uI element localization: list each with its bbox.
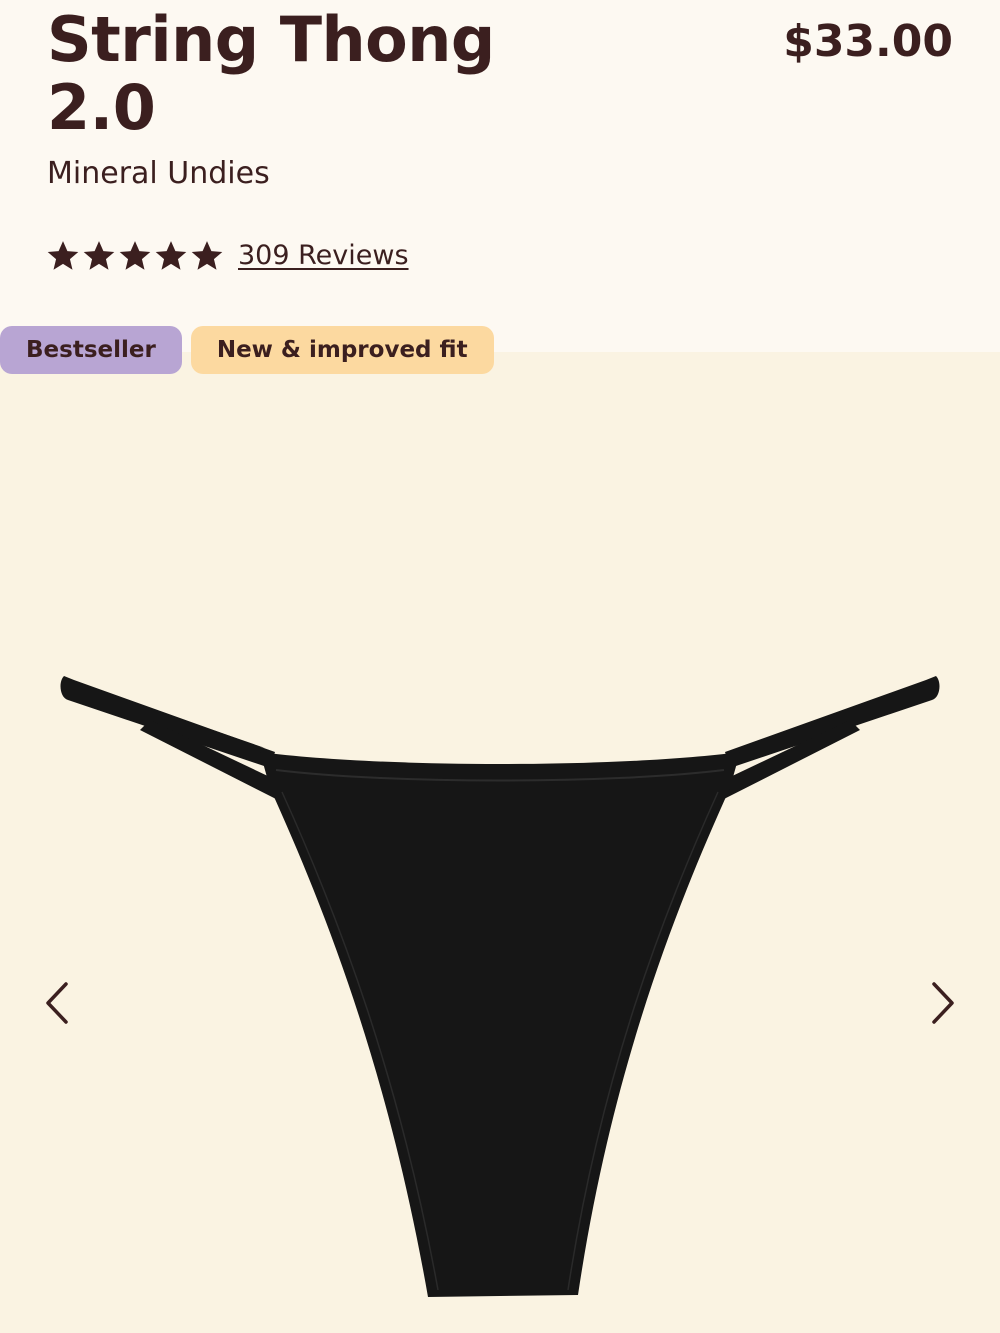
product-price: $33.00 — [783, 16, 953, 67]
star-icon — [191, 241, 223, 270]
brand-name: Mineral Undies — [47, 156, 270, 191]
star-rating — [46, 239, 224, 273]
star-icon — [83, 241, 115, 270]
product-header: String Thong 2.0 $33.00 Mineral Undies 3… — [0, 0, 1000, 352]
bestseller-badge: Bestseller — [0, 326, 182, 374]
product-title: String Thong 2.0 — [47, 3, 495, 144]
chevron-right-icon — [932, 982, 954, 1024]
reviews-link[interactable]: 309 Reviews — [238, 239, 409, 273]
star-icon — [155, 241, 187, 270]
product-image — [60, 676, 940, 1297]
rating-row: 309 Reviews — [46, 236, 409, 276]
star-icon — [47, 241, 79, 270]
product-page: String Thong 2.0 $33.00 Mineral Undies 3… — [0, 0, 1000, 1333]
previous-image-button[interactable] — [32, 978, 82, 1028]
new-fit-badge: New & improved fit — [190, 326, 494, 374]
star-icon — [119, 241, 151, 270]
chevron-left-icon — [46, 982, 68, 1024]
badge-row: Bestseller New & improved fit — [0, 326, 494, 374]
next-image-button[interactable] — [918, 978, 968, 1028]
